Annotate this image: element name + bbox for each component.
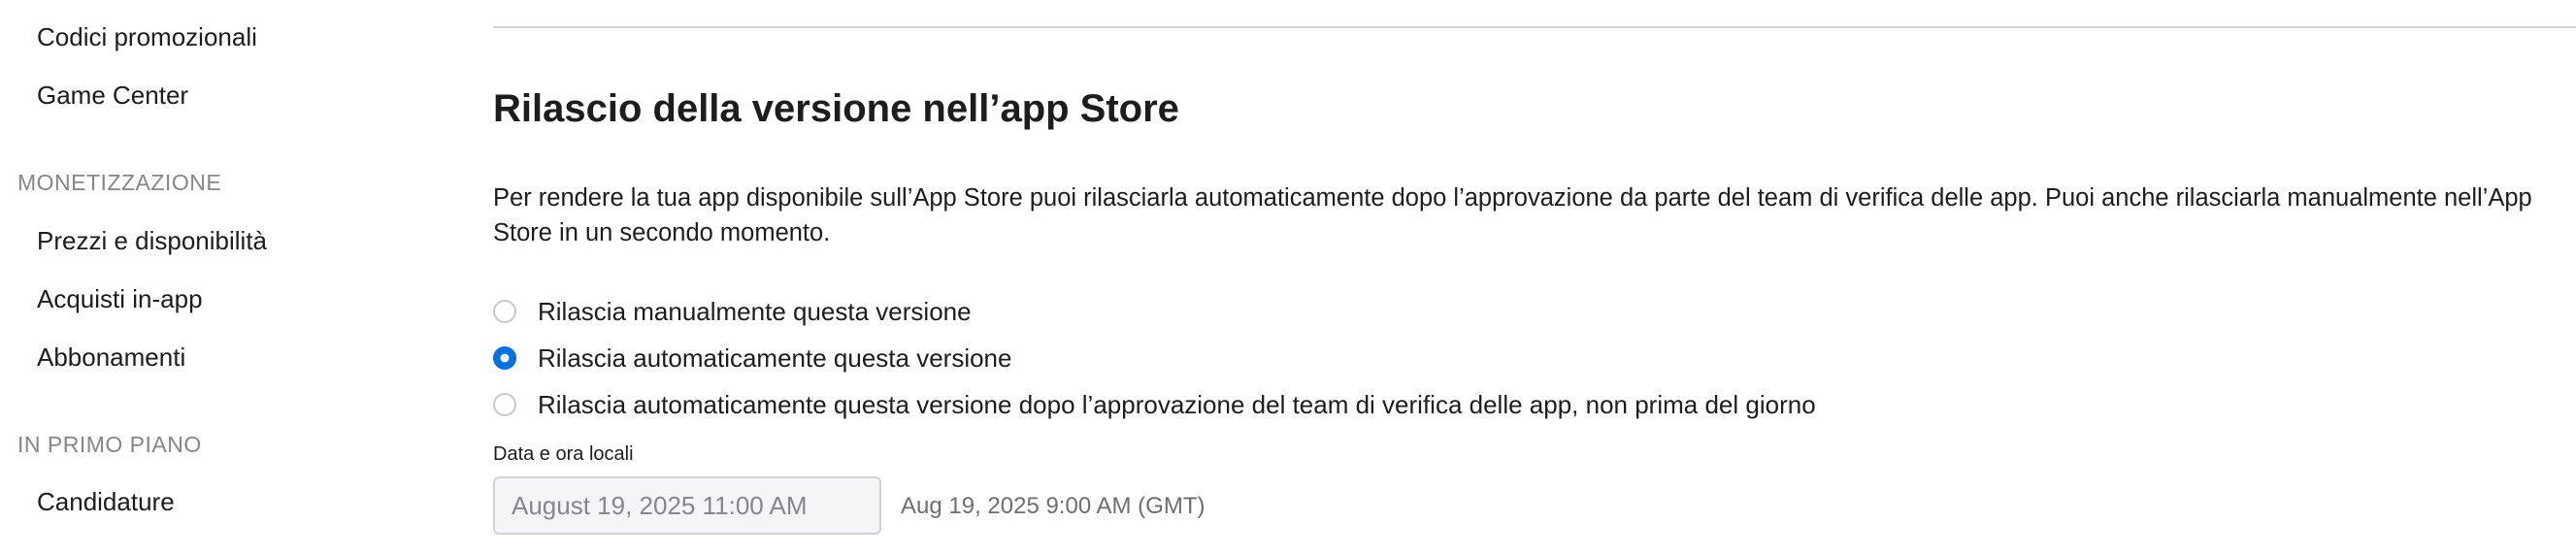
sidebar-section-header-monetization: MONETIZZAZIONE (17, 170, 222, 195)
sidebar-item-promo-codes[interactable]: Codici promozionali (37, 19, 257, 54)
page-title: Rilascio della versione nell’app Store (493, 87, 1179, 130)
release-option-label: Rilascia automaticamente questa versione… (538, 390, 1816, 419)
release-option-manual[interactable]: Rilascia manualmente questa versione (493, 294, 972, 329)
sidebar: Codici promozionali Game Center MONETIZZ… (0, 0, 466, 555)
sidebar-item-pricing[interactable]: Prezzi e disponibilità (37, 223, 267, 258)
gmt-time-readout: Aug 19, 2025 9:00 AM (GMT) (901, 493, 1205, 519)
release-description: Per rendere la tua app disponibile sull’… (493, 184, 2532, 246)
release-option-label: Rilascia manualmente questa versione (538, 297, 972, 326)
datetime-input[interactable] (493, 476, 881, 535)
sidebar-item-game-center[interactable]: Game Center (37, 78, 188, 113)
main-content: Rilascio della versione nell’app Store P… (493, 0, 2576, 555)
sidebar-item-subscriptions[interactable]: Abbonamenti (37, 340, 185, 375)
radio-button[interactable] (493, 300, 516, 323)
sidebar-item-nominations[interactable]: Candidature (37, 484, 175, 519)
release-option-automatic[interactable]: Rilascia automaticamente questa versione (493, 341, 1011, 375)
radio-button-selected[interactable] (493, 346, 516, 370)
sidebar-item-in-app-purchases[interactable]: Acquisti in-app (37, 281, 203, 316)
release-option-scheduled[interactable]: Rilascia automaticamente questa versione… (493, 387, 1816, 422)
radio-button[interactable] (493, 393, 516, 416)
release-option-label: Rilascia automaticamente questa versione (538, 343, 1012, 373)
datetime-field-label: Data e ora locali (493, 443, 634, 465)
sidebar-section-header-featured: IN PRIMO PIANO (17, 432, 202, 457)
section-divider (493, 26, 2576, 28)
